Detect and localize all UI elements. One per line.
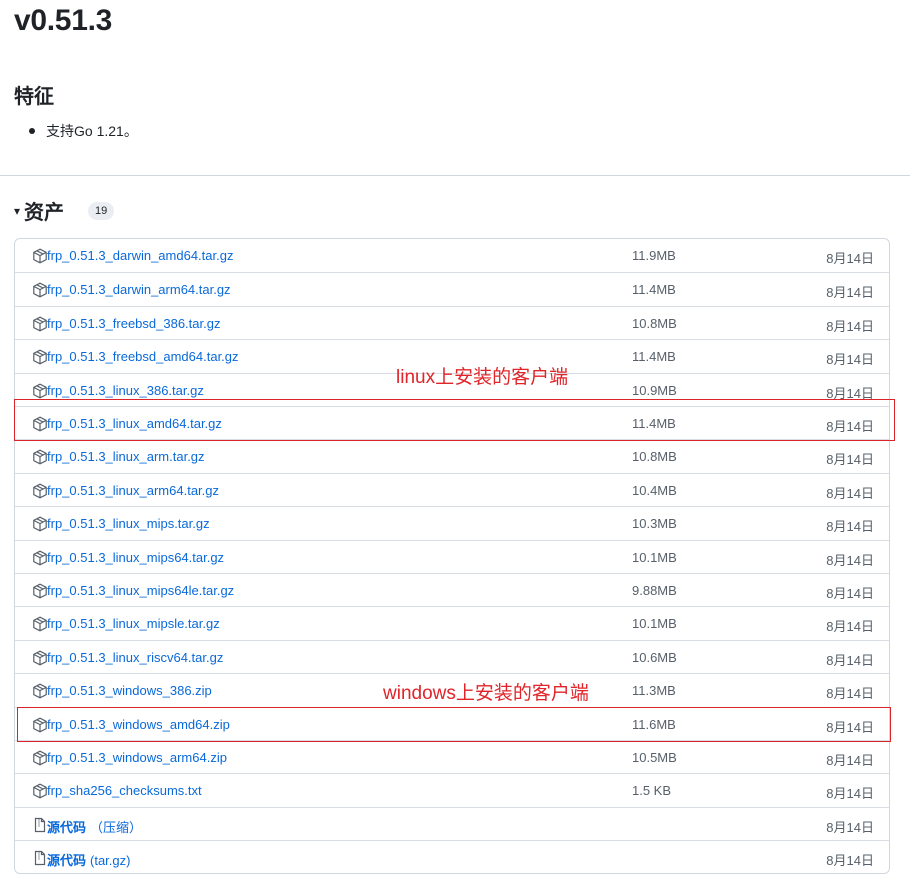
- asset-date: 8月14日: [826, 819, 874, 835]
- feature-item: 支持Go 1.21。: [14, 120, 138, 142]
- package-icon: [32, 616, 48, 632]
- asset-size: 10.1MB: [632, 616, 677, 632]
- asset-date: 8月14日: [826, 686, 874, 702]
- asset-size: 10.8MB: [632, 449, 677, 465]
- file-zip-icon: [32, 850, 48, 866]
- asset-link[interactable]: frp_sha256_checksums.txt: [47, 783, 202, 798]
- linux-client-note: linux上安装的客户端: [396, 367, 569, 388]
- release-title: v0.51.3: [14, 4, 112, 37]
- asset-date: 8月14日: [826, 619, 874, 635]
- asset-row: frp_0.51.3_linux_mips64le.tar.gz 9.88MB 8月…: [15, 573, 889, 606]
- assets-list: frp_0.51.3_darwin_amd64.tar.gz 11.9MB 8月14…: [14, 238, 890, 874]
- windows-client-note: windows上安装的客户端: [383, 683, 589, 704]
- asset-link[interactable]: 源代码 (tar.gz): [47, 850, 130, 869]
- asset-size: 11.9MB: [632, 248, 676, 263]
- asset-size: 10.6MB: [632, 649, 677, 665]
- asset-date: 8月14日: [826, 452, 874, 468]
- assets-count-badge: 19: [88, 201, 115, 220]
- asset-link[interactable]: frp_0.51.3_darwin_amd64.tar.gz: [47, 248, 233, 263]
- linux-highlight-box: [14, 399, 895, 441]
- asset-link-suffix: (tar.gz): [90, 853, 131, 869]
- asset-size: 1.5 KB: [632, 783, 672, 799]
- asset-link[interactable]: frp_0.51.3_linux_mips64le.tar.gz: [47, 583, 234, 598]
- asset-date: 8月14日: [826, 285, 874, 301]
- package-icon: [32, 483, 48, 499]
- asset-link[interactable]: frp_0.51.3_linux_mipsle.tar.gz: [47, 616, 220, 631]
- package-icon: [32, 248, 48, 264]
- asset-link-suffix: （压缩）: [90, 819, 143, 835]
- asset-link[interactable]: frp_0.51.3_linux_arm64.tar.gz: [47, 483, 219, 498]
- asset-size: 10.3MB: [632, 516, 677, 532]
- asset-size: 11.3MB: [632, 683, 676, 699]
- asset-link[interactable]: frp_0.51.3_linux_mips.tar.gz: [47, 516, 210, 531]
- asset-date: 8月14日: [826, 318, 874, 334]
- asset-date: 8月14日: [826, 753, 874, 768]
- asset-row: 源代码 (tar.gz) 8月14日: [15, 840, 889, 873]
- asset-link[interactable]: frp_0.51.3_windows_386.zip: [47, 683, 212, 698]
- features-heading: 特征: [14, 86, 54, 108]
- asset-size: 10.1MB: [632, 549, 677, 565]
- file-zip-icon: [32, 817, 48, 833]
- asset-size: 9.88MB: [632, 583, 677, 598]
- asset-row: frp_sha256_checksums.txt 1.5 KB 8月14日: [15, 773, 889, 806]
- asset-row: frp_0.51.3_darwin_amd64.tar.gz 11.9MB 8月14…: [15, 239, 889, 272]
- asset-link-label: 源代码: [47, 853, 87, 869]
- asset-row: frp_0.51.3_linux_riscv64.tar.gz 10.6MB 8月1…: [15, 639, 889, 673]
- package-icon: [32, 550, 48, 566]
- asset-size: 10.5MB: [632, 750, 677, 765]
- asset-size: 11.4MB: [632, 349, 676, 365]
- asset-row: frp_0.51.3_linux_mips64.tar.gz 10.1MB 8月14…: [15, 539, 889, 573]
- asset-date: 8月14日: [826, 786, 874, 802]
- package-icon: [32, 282, 48, 298]
- asset-size: 10.8MB: [632, 315, 677, 331]
- asset-date: 8月14日: [826, 352, 874, 368]
- package-icon: [32, 783, 48, 799]
- asset-date: 8月14日: [826, 552, 874, 568]
- package-icon: [32, 683, 48, 699]
- package-icon: [32, 383, 48, 399]
- windows-highlight-box: [17, 707, 891, 742]
- asset-link[interactable]: frp_0.51.3_linux_arm.tar.gz: [47, 449, 205, 464]
- asset-date: 8月14日: [826, 652, 874, 668]
- asset-link[interactable]: frp_0.51.3_freebsd_amd64.tar.gz: [47, 349, 239, 364]
- package-icon: [32, 516, 48, 532]
- assets-heading: 资产: [24, 202, 65, 224]
- asset-link[interactable]: frp_0.51.3_linux_mips64.tar.gz: [47, 550, 224, 565]
- package-icon: [32, 316, 48, 332]
- asset-date: 8月14日: [826, 586, 874, 601]
- asset-link[interactable]: frp_0.51.3_freebsd_386.tar.gz: [47, 316, 220, 331]
- assets-toggle[interactable]: ▾ 资产 19: [14, 196, 115, 225]
- asset-link[interactable]: frp_0.51.3_darwin_arm64.tar.gz: [47, 282, 231, 297]
- asset-row: frp_0.51.3_linux_mips.tar.gz 10.3MB 8月14日: [15, 506, 889, 539]
- caret-down-icon: ▾: [14, 203, 21, 218]
- asset-row: 源代码 （压缩） 8月14日: [15, 806, 889, 840]
- asset-row: frp_0.51.3_darwin_arm64.tar.gz 11.4MB 8月14…: [15, 272, 889, 305]
- asset-row: frp_0.51.3_linux_arm64.tar.gz 10.4MB 8月14日: [15, 472, 889, 506]
- asset-link-label: 源代码: [47, 819, 87, 835]
- asset-row: frp_0.51.3_linux_mipsle.tar.gz 10.1MB 8月14…: [15, 606, 889, 639]
- package-icon: [32, 349, 48, 365]
- section-divider: [0, 175, 910, 176]
- asset-size: 10.9MB: [632, 382, 677, 398]
- features-list: 支持Go 1.21。: [14, 120, 138, 142]
- package-icon: [32, 449, 48, 465]
- asset-date: 8月14日: [826, 485, 874, 501]
- asset-row: frp_0.51.3_windows_arm64.zip 10.5MB 8月14日: [15, 740, 889, 773]
- package-icon: [32, 583, 48, 599]
- asset-link[interactable]: frp_0.51.3_linux_386.tar.gz: [47, 383, 204, 398]
- asset-link[interactable]: 源代码 （压缩）: [47, 817, 142, 836]
- asset-link[interactable]: frp_0.51.3_windows_arm64.zip: [47, 750, 227, 765]
- asset-link[interactable]: frp_0.51.3_linux_riscv64.tar.gz: [47, 650, 223, 665]
- asset-row: frp_0.51.3_linux_arm.tar.gz 10.8MB 8月14日: [15, 439, 889, 472]
- asset-date: 8月14日: [826, 251, 874, 266]
- asset-size: 11.4MB: [632, 282, 676, 298]
- asset-row: frp_0.51.3_freebsd_386.tar.gz 10.8MB 8月14日: [15, 305, 889, 339]
- asset-date: 8月14日: [826, 519, 874, 535]
- package-icon: [32, 750, 48, 766]
- package-icon: [32, 650, 48, 666]
- asset-date: 8月14日: [826, 853, 874, 869]
- asset-size: 10.4MB: [632, 482, 677, 498]
